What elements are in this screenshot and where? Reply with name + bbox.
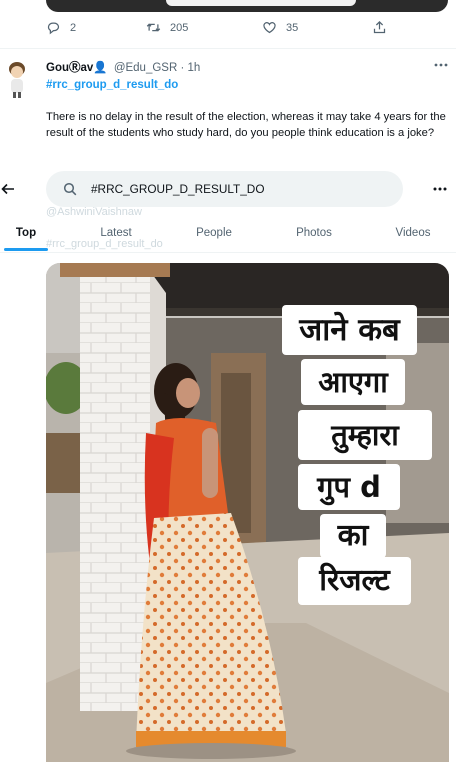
overlay-line: का (320, 514, 386, 558)
divider (0, 252, 456, 253)
media-text-fragment (166, 0, 356, 6)
tweet-header: GouⓇav👤 @Edu_GSR · 1h (46, 59, 200, 75)
overlay-line: जाने कब (282, 305, 417, 355)
reply-icon (47, 22, 60, 35)
tab-top[interactable]: Top (4, 214, 48, 252)
overlay-line: तुम्हारा (298, 410, 432, 460)
tab-people[interactable]: People (184, 214, 244, 252)
divider (0, 48, 456, 49)
like-button[interactable]: 35 (262, 20, 298, 35)
search-icon (63, 182, 77, 196)
tweet-hashtag[interactable]: #rrc_group_d_result_do (46, 79, 178, 91)
like-icon (263, 22, 276, 34)
overlay-line: रिजल्ट (298, 557, 411, 605)
more-icon[interactable] (432, 184, 448, 194)
search-tabs: Top Latest People Photos Videos (0, 214, 456, 252)
like-count: 35 (286, 21, 299, 34)
reply-button[interactable]: 2 (46, 20, 76, 35)
reply-count: 2 (70, 21, 77, 34)
previous-tweet-media[interactable] (46, 0, 448, 12)
retweet-count: 205 (170, 21, 189, 34)
share-button[interactable] (372, 20, 387, 35)
tweet-image[interactable]: जाने कब आएगा तुम्हारा गुप d का रिजल्ट (46, 263, 449, 762)
overlay-line: गुप d (298, 464, 400, 510)
tab-photos[interactable]: Photos (284, 214, 344, 252)
tab-latest[interactable]: Latest (86, 214, 146, 252)
search-input[interactable]: #RRC_GROUP_D_RESULT_DO (46, 171, 403, 207)
avatar[interactable] (4, 58, 30, 98)
search-query: #RRC_GROUP_D_RESULT_DO (91, 182, 265, 196)
author-handle[interactable]: @Edu_GSR · 1h (114, 62, 200, 74)
more-icon[interactable] (433, 60, 449, 70)
previous-tweet-actions: 2 205 35 (46, 20, 406, 42)
active-tab-indicator (4, 248, 48, 251)
tab-videos[interactable]: Videos (384, 214, 442, 252)
back-arrow-icon[interactable] (0, 181, 16, 197)
share-icon (373, 20, 386, 34)
retweet-icon (146, 23, 161, 32)
retweet-button[interactable]: 205 (146, 20, 188, 35)
overlay-line: आएगा (301, 359, 405, 405)
tweet-text: There is no delay in the result of the e… (46, 111, 446, 139)
author-name[interactable]: GouⓇav👤 (46, 62, 108, 74)
